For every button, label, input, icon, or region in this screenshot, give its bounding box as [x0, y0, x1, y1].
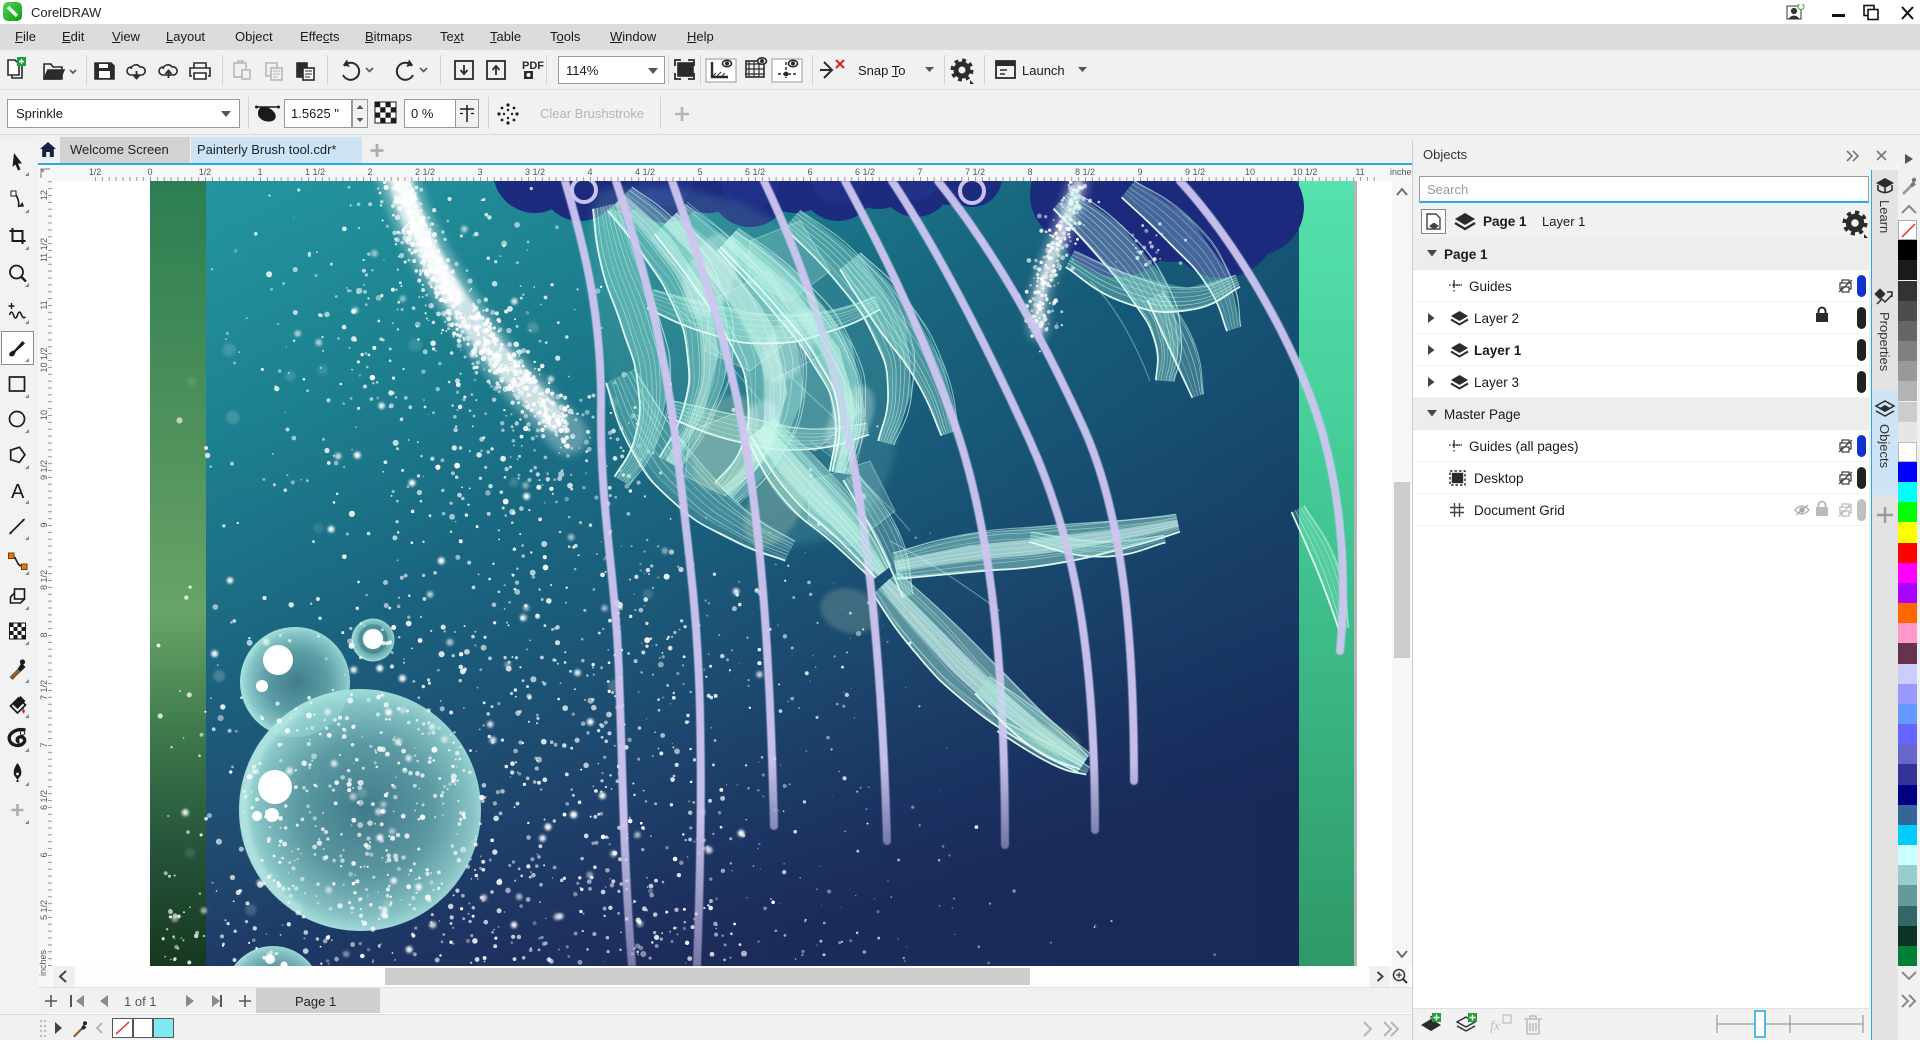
svg-text:5 1/2: 5 1/2 — [39, 900, 49, 920]
svg-text:9: 9 — [1137, 167, 1142, 177]
svg-text:7: 7 — [39, 742, 49, 747]
svg-text:6 1/2: 6 1/2 — [39, 790, 49, 810]
svg-text:5: 5 — [697, 167, 702, 177]
svg-text:4 1/2: 4 1/2 — [635, 167, 655, 177]
svg-text:4: 4 — [587, 167, 592, 177]
svg-text:9 1/2: 9 1/2 — [39, 460, 49, 480]
svg-text:8: 8 — [39, 632, 49, 637]
svg-text:11: 11 — [1355, 167, 1364, 177]
svg-text:Document Grid: Document Grid — [1474, 503, 1565, 518]
svg-text:10: 10 — [1245, 167, 1255, 177]
svg-text:10 1/2: 10 1/2 — [39, 347, 49, 372]
svg-text:5 1/2: 5 1/2 — [745, 167, 765, 177]
svg-text:2: 2 — [367, 167, 372, 177]
svg-text:10: 10 — [39, 410, 49, 420]
svg-text:7 1/2: 7 1/2 — [965, 167, 985, 177]
svg-text:0: 0 — [147, 167, 152, 177]
svg-text:Layer 1: Layer 1 — [1474, 343, 1522, 358]
svg-text:1: 1 — [257, 167, 262, 177]
svg-text:PDF: PDF — [522, 60, 544, 72]
svg-text:6 1/2: 6 1/2 — [855, 167, 875, 177]
svg-text:7: 7 — [917, 167, 922, 177]
svg-text:inches: inches — [38, 949, 48, 976]
svg-text:11: 11 — [39, 300, 49, 309]
svg-text:fx: fx — [1490, 1019, 1501, 1034]
svg-text:8 1/2: 8 1/2 — [1075, 167, 1095, 177]
svg-text:9: 9 — [39, 522, 49, 527]
svg-text:10 1/2: 10 1/2 — [1292, 167, 1317, 177]
svg-text:Guides: Guides — [1469, 279, 1512, 294]
svg-text:Page 1: Page 1 — [1444, 247, 1488, 262]
svg-text:6: 6 — [807, 167, 812, 177]
svg-text:2 1/2: 2 1/2 — [415, 167, 435, 177]
svg-text:Guides (all pages): Guides (all pages) — [1469, 439, 1579, 454]
svg-text:A: A — [11, 481, 25, 503]
svg-text:3 1/2: 3 1/2 — [525, 167, 545, 177]
svg-text:Layer 3: Layer 3 — [1474, 375, 1519, 390]
svg-text:6: 6 — [39, 852, 49, 857]
svg-text:1 1/2: 1 1/2 — [305, 167, 325, 177]
svg-text:Desktop: Desktop — [1474, 471, 1524, 486]
svg-text:1/2: 1/2 — [89, 167, 102, 177]
svg-text:Master Page: Master Page — [1444, 407, 1521, 422]
svg-text:3: 3 — [477, 167, 482, 177]
svg-text:9 1/2: 9 1/2 — [1185, 167, 1205, 177]
svg-text:8: 8 — [1027, 167, 1032, 177]
svg-text:11 1/2: 11 1/2 — [39, 238, 49, 262]
svg-text:1/2: 1/2 — [199, 167, 212, 177]
svg-text:8 1/2: 8 1/2 — [39, 570, 49, 590]
svg-text:7 1/2: 7 1/2 — [39, 680, 49, 700]
svg-text:Layer 2: Layer 2 — [1474, 311, 1519, 326]
svg-text:12: 12 — [39, 190, 49, 200]
